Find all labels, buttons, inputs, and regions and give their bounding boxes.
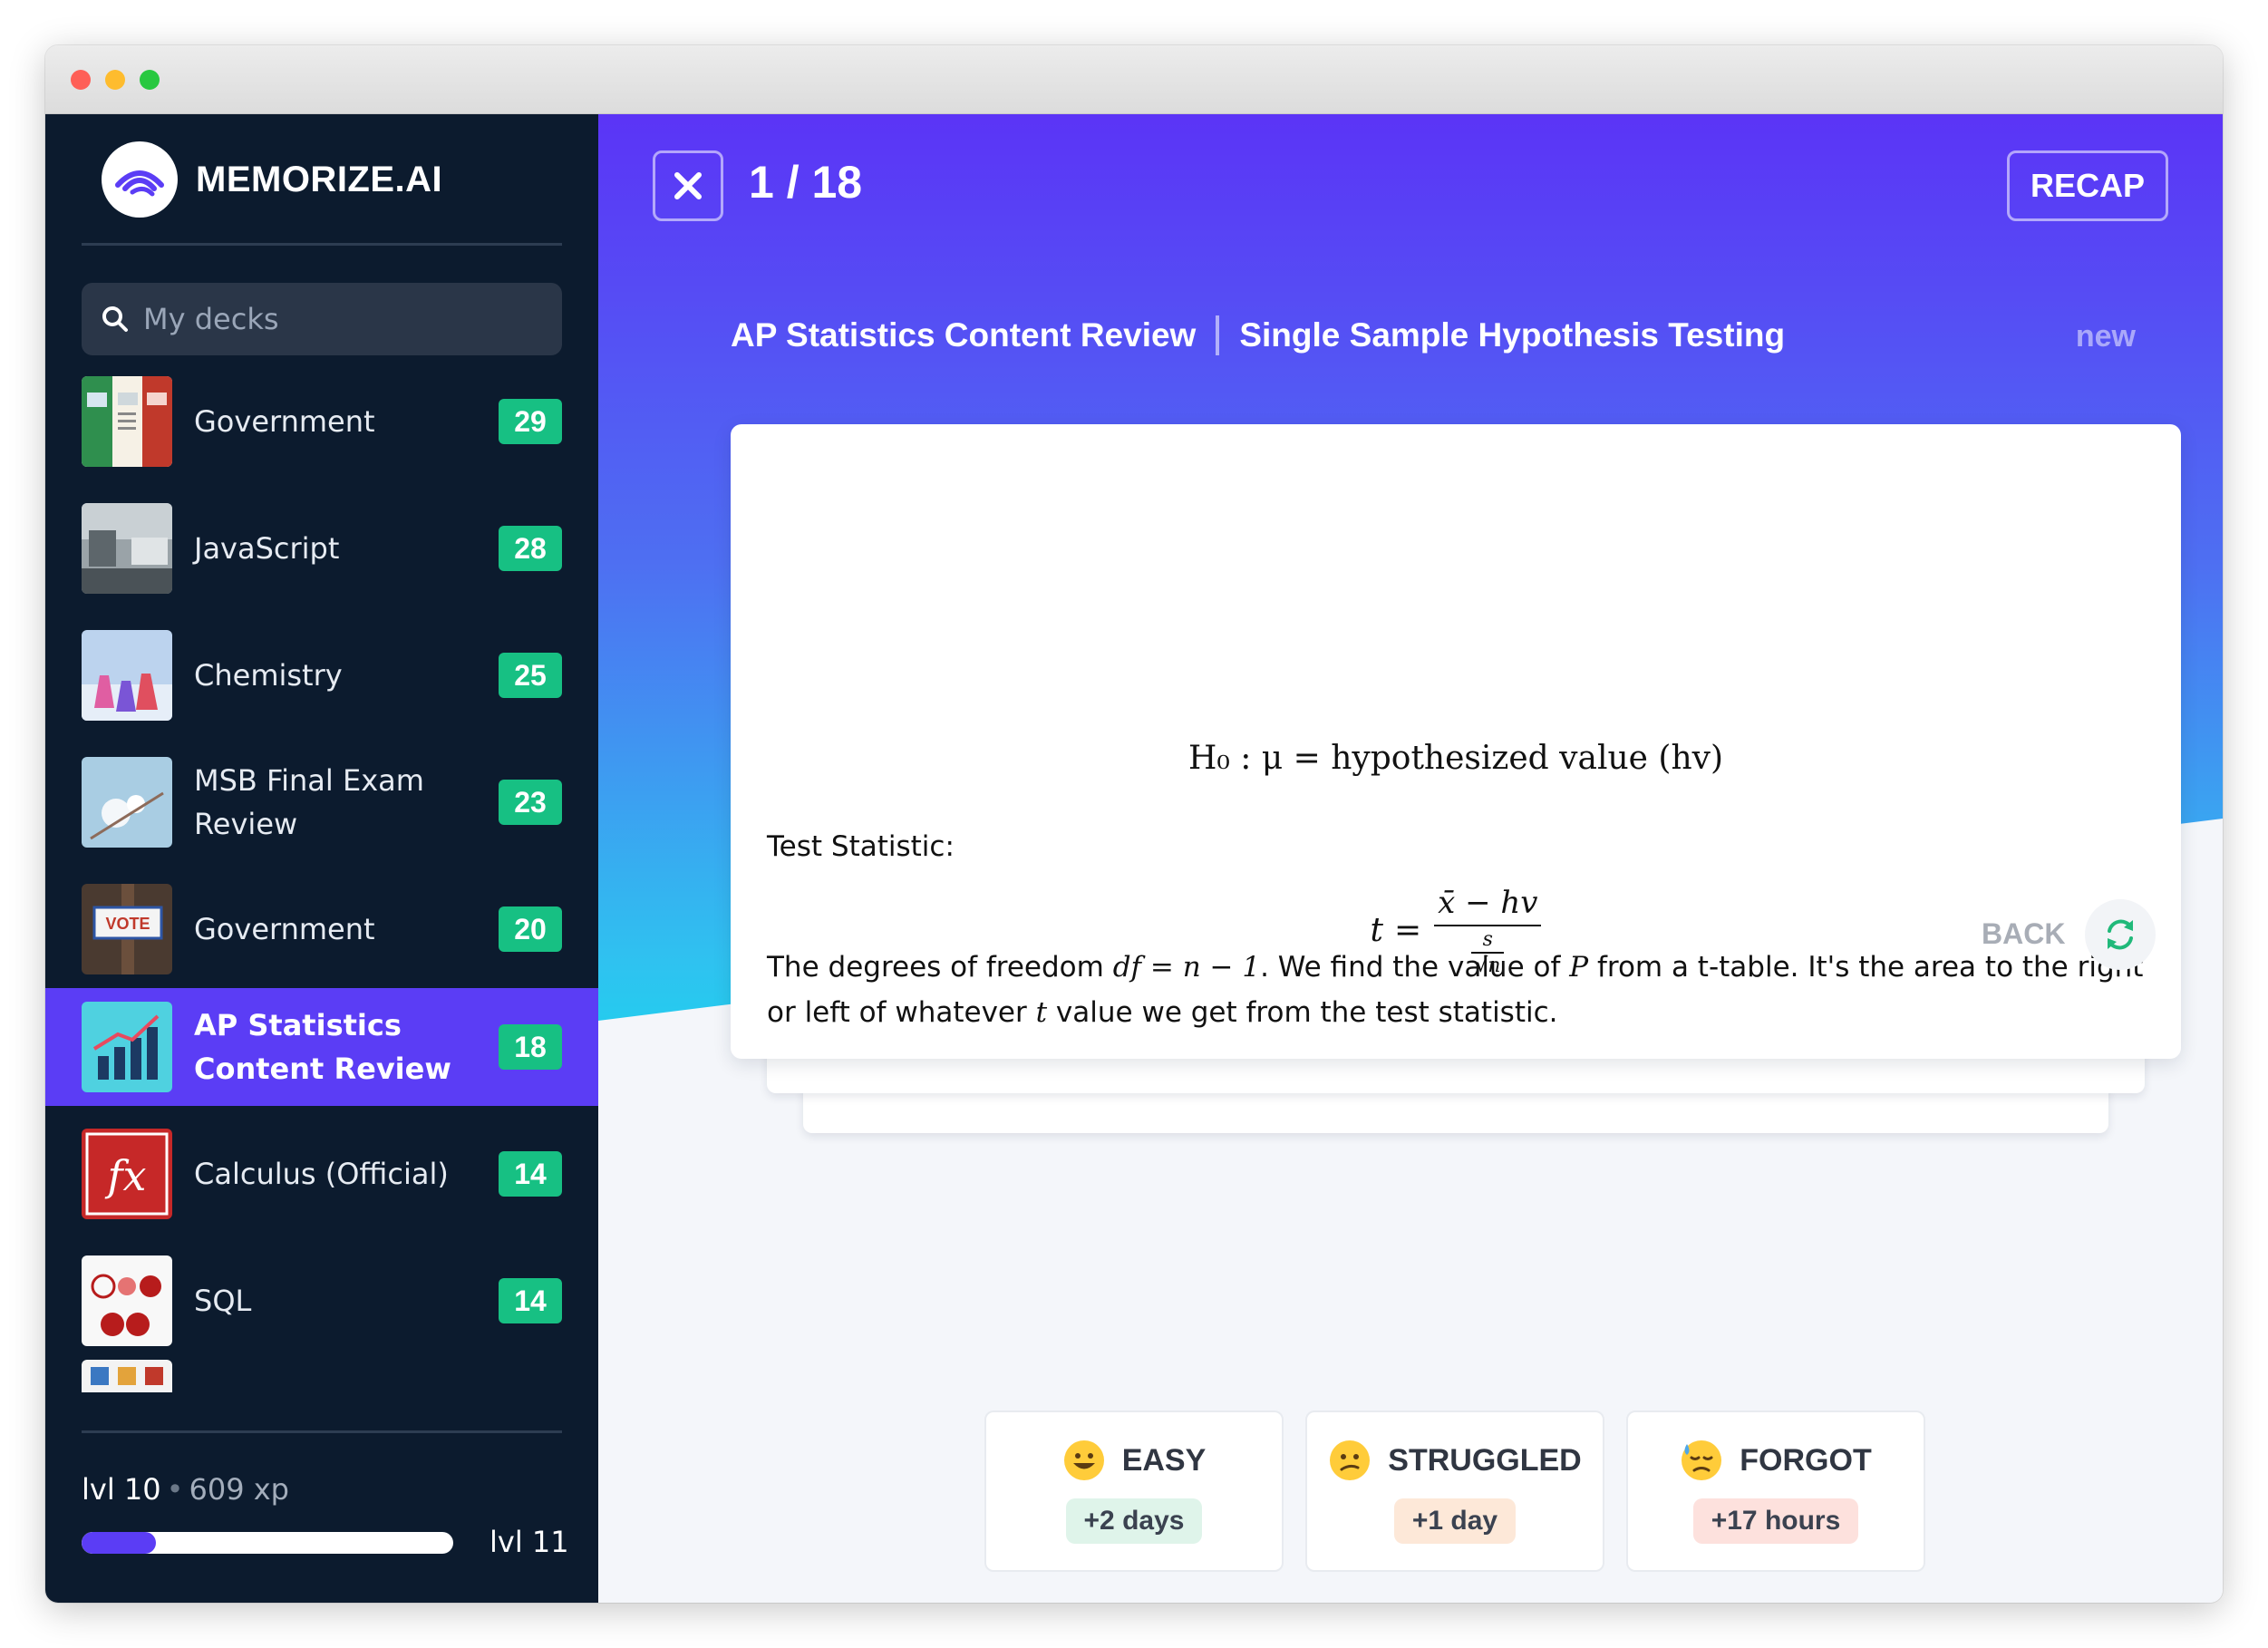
deck-thumbnail-msb [82,757,172,848]
search-placeholder: My decks [143,302,279,336]
flashcard[interactable]: H₀ : μ = hypothesized value (hv) Test St… [731,424,2181,1059]
next-level: lvl 11 [489,1525,569,1559]
refresh-icon [2108,919,2133,950]
deck-item[interactable] [45,1360,598,1392]
brand-logo-icon [102,141,178,218]
back-label[interactable]: BACK [1982,917,2065,951]
sidebar: MEMORIZE.AI My decks Government 29 JavaS… [45,114,598,1603]
flip-card-button[interactable] [2085,899,2156,970]
deck-due-count: 14 [499,1151,562,1197]
deck-name: Government [194,912,375,946]
struggled-label: STRUGGLED [1388,1442,1582,1478]
deck-item[interactable]: fx Calculus (Official) 14 [45,1115,598,1233]
deck-item-active[interactable]: AP Statistics Content Review 18 [45,988,598,1106]
forgot-label: FORGOT [1740,1442,1872,1478]
xp-count: 609 xp [189,1472,289,1507]
deck-item[interactable]: JavaScript 28 [45,490,598,607]
deck-name: SQL [194,1284,252,1318]
deck-due-count: 28 [499,526,562,571]
deck-thumbnail-javascript [82,503,172,594]
title-bar [45,45,2223,114]
deck-item[interactable]: MSB Final Exam Review 23 [45,743,598,861]
deck-thumbnail-statistics [82,1002,172,1092]
recap-button[interactable]: RECAP [2007,150,2168,221]
brand[interactable]: MEMORIZE.AI [102,141,442,218]
deck-item[interactable]: Government 29 [45,363,598,480]
card-explanation: The degrees of freedom df = n − 1. We fi… [767,951,2144,1029]
deck-search-input[interactable]: My decks [82,283,562,355]
grinning-face-icon [1063,1440,1104,1480]
deck-thumbnail-vote: VOTE [82,884,172,974]
deck-due-count: 20 [499,906,562,952]
deck-title[interactable]: AP Statistics Content Review [731,316,1196,354]
forgot-button[interactable]: FORGOT +17 hours [1626,1410,1925,1572]
deck-thumbnail-chemistry [82,630,172,721]
close-window-button[interactable] [71,70,91,90]
deck-due-count: 14 [499,1278,562,1323]
divider [82,1430,562,1433]
xp-progress-bar [82,1532,453,1554]
divider [82,243,562,246]
deck-due-count: 25 [499,653,562,698]
study-panel: 1 / 18 RECAP AP Statistics Content Revie… [598,114,2223,1603]
easy-interval: +2 days [1065,1498,1203,1544]
deck-due-count: 18 [499,1024,562,1070]
deck-item[interactable]: SQL 14 [45,1242,598,1360]
deck-name: Chemistry [194,658,343,693]
deck-list: Government 29 JavaScript 28 Chemistry 25… [45,355,598,1392]
brand-name: MEMORIZE.AI [196,159,443,199]
close-icon [674,172,702,199]
minimize-window-button[interactable] [105,70,125,90]
deck-name: Calculus (Official) [194,1157,449,1191]
svg-text:fx: fx [105,1151,147,1200]
deck-name: MSB Final Exam Review [194,763,424,841]
deck-name: JavaScript [194,531,340,566]
forgot-interval: +17 hours [1692,1498,1859,1544]
search-icon [102,306,128,332]
current-level: lvl 10 [82,1472,161,1507]
breadcrumb-separator [1216,315,1220,355]
card-counter: 1 / 18 [749,157,863,208]
deck-item[interactable]: VOTE Government 20 [45,870,598,988]
test-statistic-label: Test Statistic: [767,830,955,863]
deck-due-count: 29 [499,399,562,444]
deck-thumbnail-government [82,376,172,467]
struggled-button[interactable]: STRUGGLED +1 day [1305,1410,1604,1572]
deck-thumbnail-calculus: fx [82,1129,172,1219]
zoom-window-button[interactable] [140,70,160,90]
easy-label: EASY [1121,1442,1207,1478]
topic-title: Single Sample Hypothesis Testing [1239,316,1786,354]
xp-progress-fill [82,1532,156,1554]
downcast-sweat-face-icon [1682,1440,1722,1480]
null-hypothesis-formula: H₀ : μ = hypothesized value (hv) [1187,740,1724,777]
app-window: MEMORIZE.AI My decks Government 29 JavaS… [45,45,2223,1603]
deck-thumbnail-partial [82,1360,172,1392]
easy-button[interactable]: EASY +2 days [984,1410,1284,1572]
confused-face-icon [1330,1440,1371,1480]
breadcrumb: AP Statistics Content Review Single Samp… [731,315,1785,355]
svg-text:VOTE: VOTE [105,915,150,933]
formula-numerator: x̄ − hv [1438,885,1538,921]
level-info: lvl 10 • 609 xp [82,1472,289,1507]
deck-name: AP Statistics Content Review [194,1008,451,1086]
deck-item[interactable]: Chemistry 25 [45,616,598,734]
card-state-tag: new [2075,319,2136,354]
deck-due-count: 23 [499,780,562,825]
close-session-button[interactable] [653,150,723,221]
deck-thumbnail-sql [82,1255,172,1346]
deck-name: Government [194,404,375,439]
answer-buttons: EASY +2 days STRUGGLED +1 day FORGOT +17… [984,1410,1925,1572]
struggled-interval: +1 day [1393,1498,1517,1544]
